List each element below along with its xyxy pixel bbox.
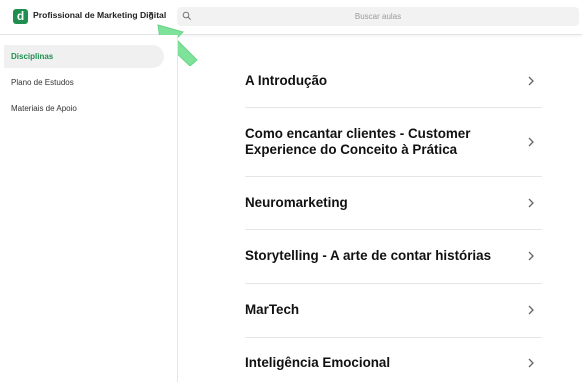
discipline-list: A Introdução Como encantar clientes - Cu… [178,35,582,382]
discipline-row-martech[interactable]: MarTech [245,284,542,338]
brand-logo[interactable]: d [13,9,28,24]
sidebar-item-plano-de-estudos[interactable]: Plano de Estudos [4,71,164,94]
top-bar: d Profissional de Marketing Digital ▼ [0,0,582,35]
sidebar-item-materiais-de-apoio[interactable]: Materiais de Apoio [4,97,164,120]
search-input[interactable] [177,7,579,26]
discipline-title: MarTech [245,302,300,317]
discipline-title: Storytelling - A arte de contar história… [245,248,492,263]
chevron-right-icon [528,358,534,368]
discipline-row-introducao[interactable]: A Introdução [245,60,542,108]
discipline-row-neuromarketing[interactable]: Neuromarketing [245,177,542,230]
sidebar: Disciplinas Plano de Estudos Materiais d… [0,35,178,382]
discipline-title: Neuromarketing [245,195,348,210]
chevron-right-icon [528,198,534,208]
chevron-right-icon [528,137,534,147]
discipline-row-customer-experience[interactable]: Como encantar clientes - Customer Experi… [245,108,542,177]
chevron-right-icon [528,251,534,261]
search-bar[interactable] [177,7,579,26]
discipline-title: Como encantar clientes - Customer Experi… [245,126,471,157]
chevron-right-icon [528,305,534,315]
sidebar-item-disciplinas[interactable]: Disciplinas [4,45,164,68]
discipline-row-inteligencia-emocional[interactable]: Inteligência Emocional [245,338,542,382]
chevron-down-icon[interactable]: ▼ [146,10,156,20]
discipline-title: A Introdução [245,73,328,88]
discipline-title: Inteligência Emocional [245,355,391,370]
discipline-row-storytelling[interactable]: Storytelling - A arte de contar história… [245,230,542,284]
chevron-right-icon [528,76,534,86]
